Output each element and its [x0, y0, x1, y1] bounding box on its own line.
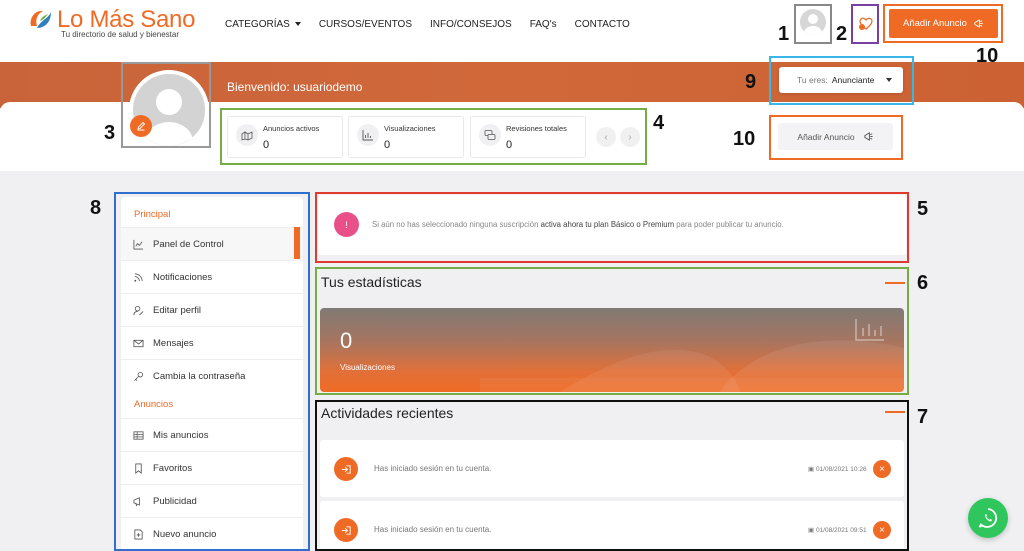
- annotation-number-7: 7: [917, 406, 929, 428]
- annotation-box-1: [794, 4, 832, 44]
- annotation-number-3: 3: [104, 122, 116, 144]
- logo-icon: [30, 10, 51, 28]
- annotation-box-4: [220, 108, 647, 165]
- annotation-number-9: 9: [745, 71, 757, 93]
- annotation-box-10-profile: [769, 115, 903, 160]
- logo-tagline: Tu directorio de salud y bienestar: [61, 30, 179, 39]
- annotation-box-8: [114, 192, 310, 551]
- annotation-number-1: 1: [778, 23, 790, 45]
- annotation-box-7: [315, 400, 909, 551]
- annotation-number-10-header: 10: [976, 45, 999, 67]
- username: usuariodemo: [293, 80, 363, 94]
- annotation-number-8: 8: [90, 197, 102, 219]
- annotation-number-6: 6: [917, 272, 929, 294]
- annotation-box-3: [121, 62, 211, 148]
- nav-item-faqs[interactable]: FAQ's: [530, 19, 557, 30]
- whatsapp-icon: [978, 508, 998, 528]
- main-nav: CATEGORÍAS CURSOS/EVENTOS INFO/CONSEJOS …: [225, 19, 630, 30]
- nav-item-contacto[interactable]: CONTACTO: [575, 19, 630, 30]
- annotation-number-4: 4: [653, 112, 665, 134]
- welcome-text: Bienvenido: usuariodemo: [227, 80, 363, 94]
- annotation-box-2: [851, 4, 879, 44]
- nav-item-categorias[interactable]: CATEGORÍAS: [225, 19, 301, 30]
- nav-item-info-consejos[interactable]: INFO/CONSEJOS: [430, 19, 512, 30]
- whatsapp-button[interactable]: [968, 498, 1008, 538]
- annotation-box-9: [769, 56, 914, 105]
- annotation-number-5: 5: [917, 198, 929, 220]
- annotation-box-5: [315, 192, 909, 263]
- annotation-box-6: [315, 267, 909, 395]
- annotation-box-10-header: [883, 4, 1003, 43]
- chevron-down-icon: [294, 22, 301, 27]
- nav-item-cursos-eventos[interactable]: CURSOS/EVENTOS: [319, 19, 412, 30]
- annotation-number-2: 2: [836, 23, 848, 45]
- annotation-number-10-profile: 10: [733, 128, 756, 150]
